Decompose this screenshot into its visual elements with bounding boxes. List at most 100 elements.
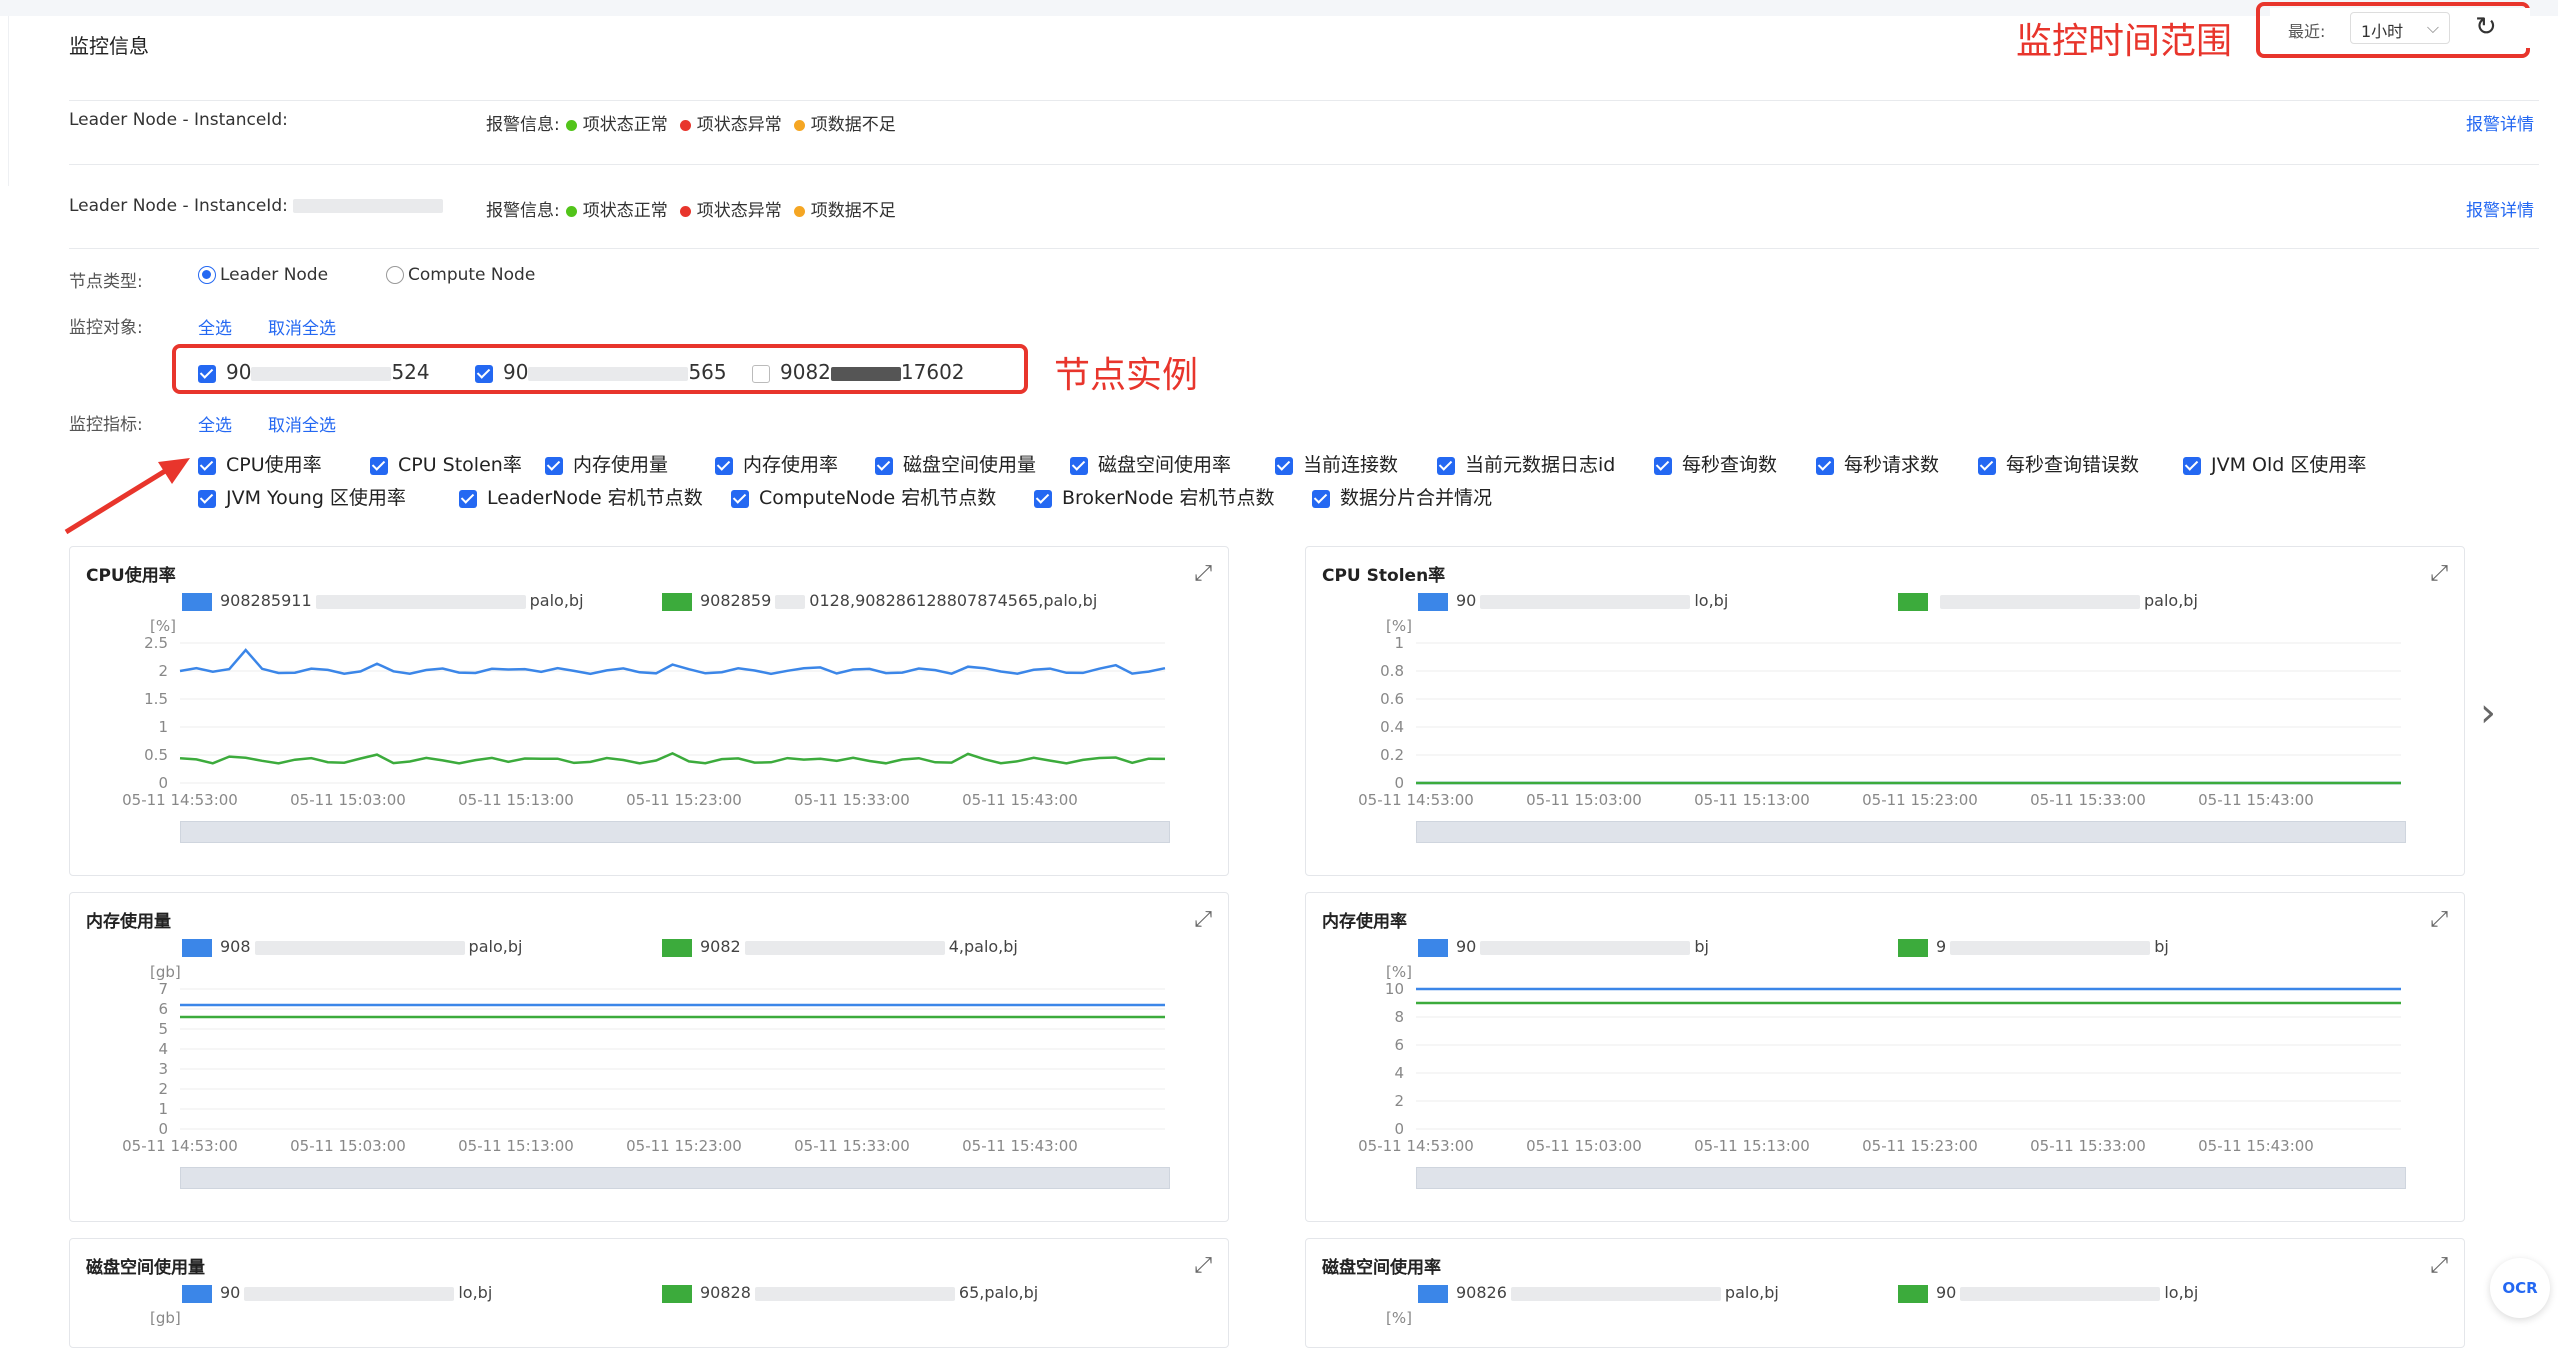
x-tick-label: 05-11 15:33:00 (2030, 1137, 2146, 1155)
metric-checkbox-4[interactable]: 内存使用率 (715, 450, 838, 477)
metric-checkbox-1[interactable]: CPU使用率 (198, 450, 322, 477)
expand-icon[interactable]: ⤢ (1194, 561, 1212, 586)
zoom-slider[interactable] (1416, 821, 2406, 843)
legend-head: 90 (1936, 1283, 1957, 1302)
metric-label: 磁盘空间使用量 (903, 454, 1037, 476)
legend-series-b[interactable]: 9082 4,palo,bj (662, 937, 1018, 957)
legend-series-a[interactable]: 90 lo,bj (1418, 591, 1728, 611)
y-tick-label: 1 (158, 1100, 168, 1118)
legend-series-a[interactable]: 90 bj (1418, 937, 1709, 957)
metric-checkbox-14[interactable]: LeaderNode 宕机节点数 (459, 483, 703, 510)
instance-id-head: 90 (226, 360, 252, 384)
redacted-id (1940, 594, 2140, 609)
instance-checkbox-2[interactable]: 90 565 (475, 360, 727, 384)
metric-checkbox-8[interactable]: 当前元数据日志id (1437, 450, 1615, 477)
metric-checkbox-13[interactable]: JVM Young 区使用率 (198, 483, 406, 510)
checkbox-checked-icon (1312, 489, 1330, 508)
metric-checkbox-15[interactable]: ComputeNode 宕机节点数 (731, 483, 996, 510)
alarm-detail-link-1[interactable]: 报警详情 (2466, 110, 2534, 135)
legend-series-a[interactable]: 90826 palo,bj (1418, 1283, 1779, 1303)
metric-checkbox-6[interactable]: 磁盘空间使用率 (1070, 450, 1231, 477)
zoom-slider[interactable] (180, 1167, 1170, 1189)
status-err-text: 项状态异常 (696, 201, 782, 221)
legend-series-a[interactable]: 908285911 palo,bj (182, 591, 584, 611)
expand-icon[interactable]: ⤢ (2430, 561, 2448, 586)
legend-series-a[interactable]: 908 palo,bj (182, 937, 522, 957)
expand-icon[interactable]: ⤢ (1194, 907, 1212, 932)
metric-checkbox-17[interactable]: 数据分片合并情况 (1312, 483, 1492, 510)
legend-series-b[interactable]: 90828 65,palo,bj (662, 1283, 1038, 1303)
chevron-right-icon[interactable]: › (2480, 690, 2496, 736)
metric-checkbox-2[interactable]: CPU Stolen率 (370, 450, 522, 477)
legend-swatch (662, 938, 692, 957)
metric-checkbox-12[interactable]: JVM Old 区使用率 (2183, 450, 2366, 477)
time-range-select[interactable]: 1小时 ⌵ (2350, 12, 2450, 44)
expand-icon[interactable]: ⤢ (2430, 1253, 2448, 1278)
radio-compute-node[interactable]: Compute Node (386, 265, 535, 285)
metric-clear-all[interactable]: 取消全选 (268, 411, 336, 436)
recent-label: 最近: (2288, 22, 2326, 41)
redacted-id (830, 366, 901, 381)
x-tick-label: 05-11 15:33:00 (794, 1137, 910, 1155)
metric-checkbox-7[interactable]: 当前连接数 (1275, 450, 1398, 477)
radio-on-icon (198, 266, 216, 284)
target-select-all[interactable]: 全选 (198, 314, 232, 339)
expand-icon[interactable]: ⤢ (1194, 1253, 1212, 1278)
chart-title: 磁盘空间使用量 (86, 1258, 205, 1278)
metric-checkbox-11[interactable]: 每秒查询错误数 (1978, 450, 2139, 477)
checkbox-checked-icon (459, 489, 477, 508)
instance-checkbox-1[interactable]: 90 524 (198, 360, 430, 384)
legend-series-b[interactable]: 9 bj (1898, 937, 2169, 957)
metric-select-all[interactable]: 全选 (198, 411, 232, 436)
metric-checkbox-10[interactable]: 每秒请求数 (1816, 450, 1939, 477)
y-tick-label: 1 (158, 718, 168, 736)
x-tick-label: 05-11 15:03:00 (1526, 1137, 1642, 1155)
legend-swatch (182, 1284, 212, 1303)
metric-label: 数据分片合并情况 (1340, 487, 1493, 509)
zoom-slider[interactable] (1416, 1167, 2406, 1189)
instance-checkbox-3[interactable]: 9082 17602 (752, 360, 965, 384)
y-tick-label: 2 (158, 662, 168, 680)
y-tick-label: 4 (158, 1040, 168, 1058)
target-clear-all[interactable]: 取消全选 (268, 314, 336, 339)
y-tick-label: 5 (158, 1020, 168, 1038)
legend-head: 90 (1456, 937, 1477, 956)
checkbox-checked-icon (545, 456, 563, 475)
monitor-target-label: 监控对象: (69, 318, 143, 338)
y-tick-label: 6 (1394, 1036, 1404, 1054)
legend-series-b[interactable]: 9082859 0128,908286128807874565,palo,bj (662, 591, 1097, 611)
zoom-slider[interactable] (180, 821, 1170, 843)
metric-label: 磁盘空间使用率 (1098, 454, 1232, 476)
legend-head: 90 (1456, 591, 1477, 610)
refresh-icon[interactable]: ↻ (2475, 12, 2497, 42)
section-title: 监控信息 (69, 34, 149, 58)
metric-checkbox-16[interactable]: BrokerNode 宕机节点数 (1034, 483, 1275, 510)
checkbox-checked-icon (370, 456, 388, 475)
status-dot-err (679, 205, 691, 217)
checkbox-checked-icon (198, 364, 216, 383)
status-insufficient-text: 项数据不足 (810, 115, 896, 135)
x-tick-label: 05-11 15:33:00 (794, 791, 910, 809)
metric-checkbox-9[interactable]: 每秒查询数 (1654, 450, 1777, 477)
alarm-detail-link-2[interactable]: 报警详情 (2466, 196, 2534, 221)
annotation-instances: 节点实例 (1054, 355, 1199, 396)
checkbox-checked-icon (475, 364, 493, 383)
metric-checkbox-3[interactable]: 内存使用量 (545, 450, 668, 477)
legend-series-a[interactable]: 90 lo,bj (182, 1283, 492, 1303)
y-tick-label: 0.5 (144, 746, 168, 764)
expand-icon[interactable]: ⤢ (2430, 907, 2448, 932)
y-unit-label: [gb] (150, 1309, 181, 1327)
ocr-button[interactable]: OCR (2490, 1258, 2550, 1318)
divider (69, 164, 2539, 165)
legend-series-b[interactable]: palo,bj (1898, 591, 2198, 611)
metric-label: LeaderNode 宕机节点数 (487, 487, 703, 509)
metric-checkbox-5[interactable]: 磁盘空间使用量 (875, 450, 1036, 477)
y-tick-label: 4 (1394, 1064, 1404, 1082)
legend-series-b[interactable]: 90 lo,bj (1898, 1283, 2198, 1303)
monitor-metric-label: 监控指标: (69, 415, 143, 435)
checkbox-checked-icon (731, 489, 749, 508)
legend-swatch (1418, 1284, 1448, 1303)
radio-leader-node[interactable]: Leader Node (198, 265, 328, 285)
legend-tail: lo,bj (458, 1283, 493, 1302)
legend-head: 90828 (700, 1283, 751, 1302)
